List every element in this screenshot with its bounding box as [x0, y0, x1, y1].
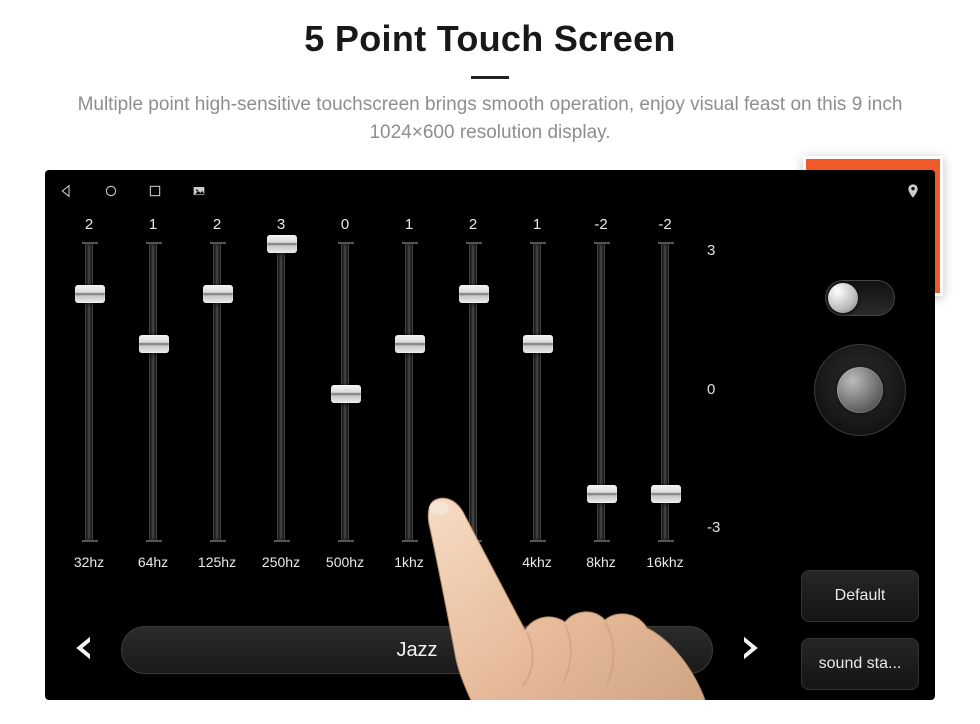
eq-slider-knob[interactable]: [395, 335, 425, 353]
eq-band-value: 2: [213, 214, 221, 236]
eq-slider-knob[interactable]: [523, 335, 553, 353]
scale-mid: 0: [697, 381, 737, 398]
eq-band-value: -2: [594, 214, 607, 236]
eq-band-4khz: 1 4khz: [505, 214, 569, 586]
eq-band-64hz: 1 64hz: [121, 214, 185, 586]
device-frame: Screen Size 9" 232: [45, 170, 935, 700]
eq-slider[interactable]: [149, 242, 157, 542]
eq-band-value: 2: [469, 214, 477, 236]
location-pin-icon[interactable]: [905, 183, 921, 199]
eq-slider[interactable]: [341, 242, 349, 542]
equalizer-panel: 2 32hz 1 64hz 2 125hz 3 250hz 0 500hz 1 1khz 2 2khz 1 4…: [53, 214, 781, 692]
eq-slider-knob[interactable]: [267, 235, 297, 253]
volume-dial[interactable]: [814, 344, 906, 436]
eq-slider[interactable]: [469, 242, 477, 542]
home-icon[interactable]: [103, 183, 119, 199]
scale-max: 3: [697, 242, 737, 259]
eq-slider[interactable]: [661, 242, 669, 542]
eq-slider-knob[interactable]: [587, 485, 617, 503]
eq-band-freq: 2khz: [458, 554, 488, 570]
eq-slider[interactable]: [533, 242, 541, 542]
page-subtitle: Multiple point high-sensitive touchscree…: [40, 91, 940, 146]
eq-side-panel: Default sound sta...: [791, 214, 929, 690]
chevron-right-icon: [734, 633, 764, 668]
nav-left-group: [59, 183, 207, 199]
eq-slider[interactable]: [213, 242, 221, 542]
eq-slider-knob[interactable]: [203, 285, 233, 303]
eq-slider-knob[interactable]: [651, 485, 681, 503]
eq-slider-knob[interactable]: [459, 285, 489, 303]
eq-band-value: 2: [85, 214, 93, 236]
eq-band-value: 1: [533, 214, 541, 236]
eq-band-freq: 250hz: [262, 554, 300, 570]
eq-band-2khz: 2 2khz: [441, 214, 505, 586]
eq-band-freq: 1khz: [394, 554, 424, 570]
chevron-left-icon: [70, 633, 100, 668]
eq-slider-knob[interactable]: [139, 335, 169, 353]
preset-prev-button[interactable]: [61, 624, 109, 676]
preset-next-button[interactable]: [725, 624, 773, 676]
eq-band-freq: 64hz: [138, 554, 168, 570]
eq-band-value: 1: [149, 214, 157, 236]
eq-band-freq: 16khz: [646, 554, 683, 570]
equalizer-sliders-row: 2 32hz 1 64hz 2 125hz 3 250hz 0 500hz 1 1khz 2 2khz 1 4…: [53, 214, 781, 586]
eq-slider[interactable]: [85, 242, 93, 542]
title-underline: [471, 76, 509, 79]
eq-band-32hz: 2 32hz: [57, 214, 121, 586]
back-icon[interactable]: [59, 183, 75, 199]
eq-band-value: -2: [658, 214, 671, 236]
eq-slider-knob[interactable]: [75, 285, 105, 303]
eq-band-8khz: -2 8khz: [569, 214, 633, 586]
recent-apps-icon[interactable]: [147, 183, 163, 199]
eq-band-value: 1: [405, 214, 413, 236]
eq-band-1khz: 1 1khz: [377, 214, 441, 586]
system-nav-bar: [45, 170, 935, 212]
eq-band-125hz: 2 125hz: [185, 214, 249, 586]
page-title: 5 Point Touch Screen: [0, 18, 980, 60]
eq-band-250hz: 3 250hz: [249, 214, 313, 586]
toggle-knob-icon: [828, 283, 858, 313]
eq-slider-knob[interactable]: [331, 385, 361, 403]
eq-band-freq: 500hz: [326, 554, 364, 570]
preset-bar: Jazz: [61, 622, 773, 678]
dial-knob-icon: [837, 367, 883, 413]
eq-band-freq: 125hz: [198, 554, 236, 570]
eq-slider[interactable]: [597, 242, 605, 542]
eq-band-freq: 8khz: [586, 554, 616, 570]
page: 5 Point Touch Screen Multiple point high…: [0, 18, 980, 724]
nav-right-group: [905, 183, 921, 199]
scale-min: -3: [697, 519, 737, 536]
eq-band-500hz: 0 500hz: [313, 214, 377, 586]
eq-scale: 3 0 -3: [697, 214, 737, 542]
eq-slider[interactable]: [405, 242, 413, 542]
default-preset-button[interactable]: Default: [801, 570, 919, 622]
eq-slider[interactable]: [277, 242, 285, 542]
eq-band-value: 3: [277, 214, 285, 236]
sound-stage-button[interactable]: sound sta...: [801, 638, 919, 690]
eq-band-freq: 4khz: [522, 554, 552, 570]
device-screen: 2 32hz 1 64hz 2 125hz 3 250hz 0 500hz 1 1khz 2 2khz 1 4…: [45, 170, 935, 700]
preset-name[interactable]: Jazz: [121, 626, 713, 674]
eq-band-freq: 32hz: [74, 554, 104, 570]
eq-band-value: 0: [341, 214, 349, 236]
gallery-icon[interactable]: [191, 183, 207, 199]
eq-enable-toggle[interactable]: [825, 280, 895, 316]
eq-band-16khz: -2 16khz: [633, 214, 697, 586]
